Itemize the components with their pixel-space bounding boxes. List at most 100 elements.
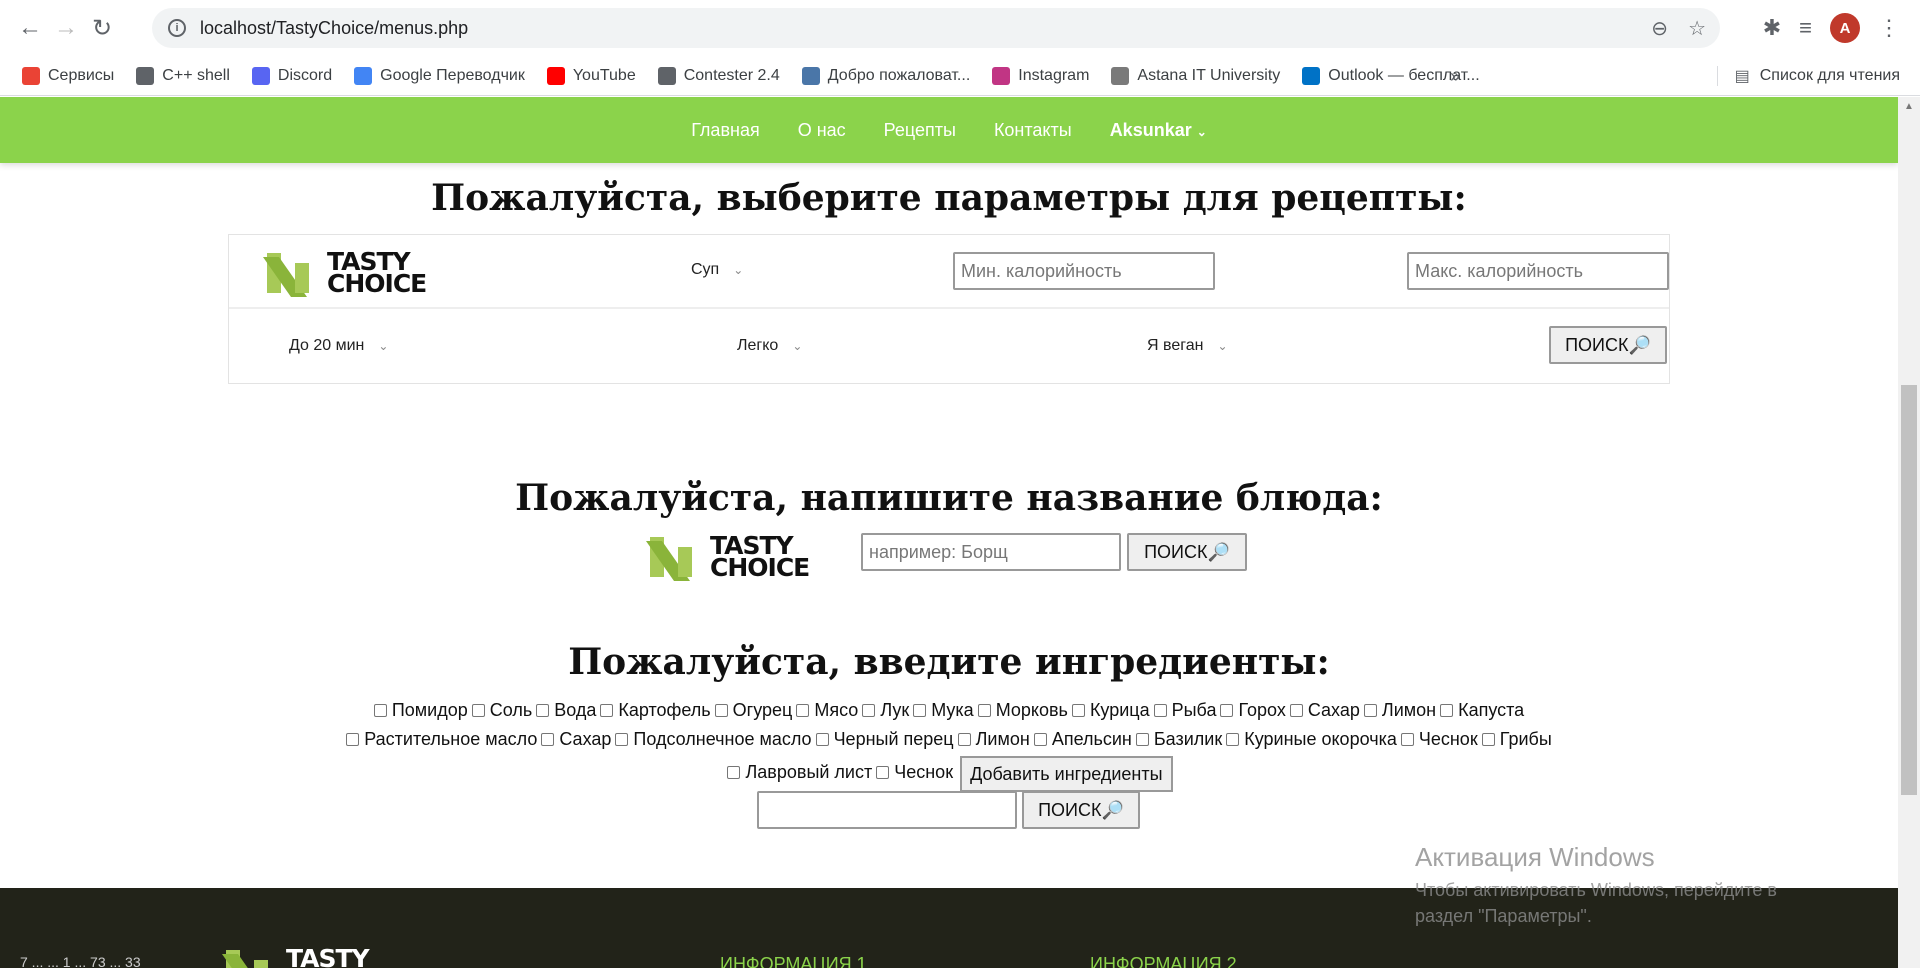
nav-about[interactable]: О нас [798,120,846,141]
ingredient-checkbox[interactable] [815,733,829,746]
ingredient-option[interactable]: Огурец [714,700,792,721]
max-calories-input[interactable] [1407,252,1669,290]
ingredient-checkbox[interactable] [1481,733,1495,746]
menu-icon[interactable]: ⋮ [1878,15,1900,41]
forward-icon[interactable]: → [48,10,84,46]
star-icon[interactable]: ☆ [1688,16,1706,41]
ingredients-search-button[interactable]: ПОИСК🔎 [1022,791,1140,829]
address-bar[interactable]: i localhost/TastyChoice/menus.php ⊖ ☆ [152,8,1720,48]
bookmark-item[interactable]: YouTube [546,66,636,85]
ingredient-option[interactable]: Вода [536,700,596,721]
ingredient-option[interactable]: Чеснок [1400,729,1478,750]
reading-list-label: Список для чтения [1759,67,1900,84]
ingredient-option[interactable]: Апельсин [1033,729,1132,750]
ingredient-checkbox[interactable] [862,704,876,717]
ingredient-option[interactable]: Куриные окорочка [1226,729,1397,750]
bookmark-item[interactable]: Instagram [992,66,1089,85]
ingredient-option[interactable]: Картофель [600,700,711,721]
url-text[interactable]: localhost/TastyChoice/menus.php [200,18,468,39]
scrollbar-thumb[interactable] [1901,385,1917,795]
ingredient-option[interactable]: Лук [862,700,909,721]
ingredient-checkbox[interactable] [1033,733,1047,746]
ingredient-option[interactable]: Рыба [1153,700,1216,721]
ingredient-option[interactable]: Мясо [796,700,858,721]
params-search-button[interactable]: ПОИСК🔎 [1549,326,1667,364]
diet-select[interactable]: Я веган ⌄ [1147,337,1228,355]
back-icon[interactable]: ← [12,10,48,46]
ingredient-label: Апельсин [1051,729,1132,749]
info-icon[interactable]: i [168,19,186,37]
ingredient-option[interactable]: Чеснок [876,762,953,783]
ingredient-checkbox[interactable] [346,733,360,746]
ingredient-checkbox[interactable] [796,704,810,717]
ingredient-option[interactable]: Морковь [977,700,1068,721]
bookmark-item[interactable]: Google Переводчик [354,66,525,85]
ingredient-checkbox[interactable] [1289,704,1303,717]
ingredient-checkbox[interactable] [977,704,991,717]
ingredient-checkbox[interactable] [727,765,741,779]
ingredient-option[interactable]: Сахар [1289,700,1360,721]
ingredient-checkbox[interactable] [373,704,387,717]
ingredient-checkbox[interactable] [615,733,629,746]
time-select[interactable]: До 20 мин ⌄ [289,337,388,355]
nav-recipes[interactable]: Рецепты [884,120,956,141]
ingredient-checkbox[interactable] [714,704,728,717]
ingredient-checkbox[interactable] [600,704,614,717]
bookmark-item[interactable]: Сервисы [22,66,114,85]
nav-contacts[interactable]: Контакты [994,120,1072,141]
ingredients-input[interactable] [757,791,1017,829]
zoom-icon[interactable]: ⊖ [1651,16,1668,41]
ingredient-checkbox[interactable] [876,765,890,779]
add-ingredients-button[interactable]: Добавить ингредиенты [960,756,1173,792]
difficulty-value: Легко [737,337,779,354]
ingredient-checkbox[interactable] [957,733,971,746]
ingredient-option[interactable]: Подсолнечное масло [615,729,812,750]
ingredient-option[interactable]: Горох [1220,700,1286,721]
nav-home[interactable]: Главная [691,120,760,141]
bookmark-item[interactable]: Contester 2.4 [657,66,780,85]
ingredient-option[interactable]: Сахар [541,729,611,750]
ingredient-checkbox[interactable] [913,704,927,717]
bookmark-item[interactable]: C++ shell [136,66,230,85]
name-search-button[interactable]: ПОИСК🔎 [1127,533,1247,571]
ingredient-option[interactable]: Базилик [1135,729,1222,750]
ingredient-checkbox[interactable] [1153,704,1167,717]
ingredient-option[interactable]: Лавровый лист [727,762,872,783]
ingredient-checkbox[interactable] [1071,704,1085,717]
bookmark-item[interactable]: Добро пожаловат... [801,66,970,85]
ingredient-checkbox[interactable] [1220,704,1234,717]
ingredient-option[interactable]: Лимон [1363,700,1436,721]
ingredient-option[interactable]: Соль [471,700,532,721]
ingredient-option[interactable]: Грибы [1481,729,1552,750]
reload-icon[interactable]: ↻ [84,10,120,46]
scrollbar[interactable]: ▲ [1898,97,1920,968]
min-calories-input[interactable] [953,252,1215,290]
ingredient-checkbox[interactable] [1226,733,1240,746]
media-icon[interactable]: ≡ [1799,15,1812,41]
reading-list-button[interactable]: ▤ Список для чтения [1716,56,1900,96]
ingredient-option[interactable]: Капуста [1440,700,1524,721]
ingredient-option[interactable]: Черный перец [815,729,954,750]
avatar[interactable]: A [1830,13,1860,43]
ingredient-checkbox[interactable] [1400,733,1414,746]
scroll-up-icon[interactable]: ▲ [1904,101,1914,112]
ingredient-checkbox[interactable] [1440,704,1454,717]
ingredient-option[interactable]: Помидор [373,700,468,721]
ingredient-option[interactable]: Лимон [957,729,1030,750]
nav-user-dropdown[interactable]: Aksunkar ⌄ [1110,120,1207,141]
dish-name-input[interactable] [861,533,1121,571]
bookmarks-more-button[interactable]: » [1450,56,1460,96]
ingredient-option[interactable]: Растительное масло [346,729,537,750]
ingredient-checkbox[interactable] [536,704,550,717]
difficulty-select[interactable]: Легко ⌄ [737,337,802,355]
ingredient-checkbox[interactable] [1363,704,1377,717]
ingredient-option[interactable]: Мука [913,700,974,721]
bookmark-item[interactable]: Astana IT University [1111,66,1280,85]
bookmark-item[interactable]: Discord [251,66,332,85]
ingredient-checkbox[interactable] [541,733,555,746]
extensions-icon[interactable]: ✱ [1763,15,1781,41]
ingredient-checkbox[interactable] [1135,733,1149,746]
ingredient-option[interactable]: Курица [1071,700,1150,721]
dish-type-select[interactable]: Суп ⌄ [691,261,743,279]
ingredient-checkbox[interactable] [471,704,485,717]
